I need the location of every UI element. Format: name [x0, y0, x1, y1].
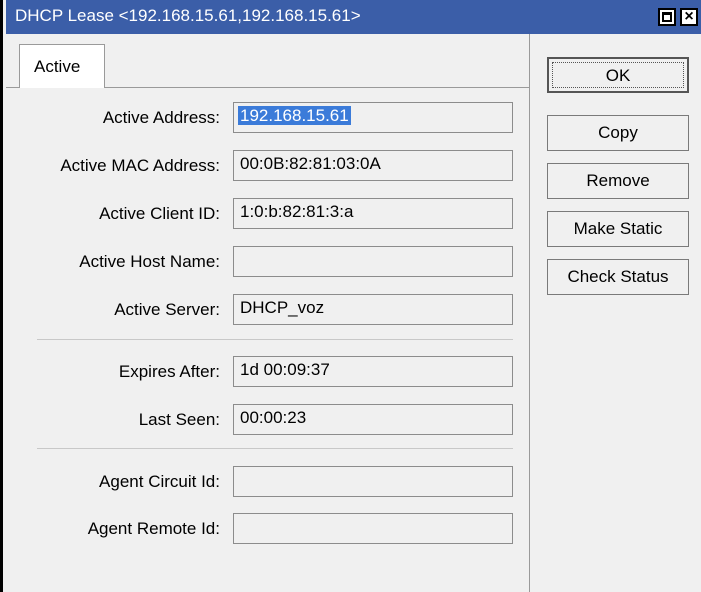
- copy-button[interactable]: Copy: [547, 115, 689, 151]
- tab-baseline: [6, 87, 19, 88]
- separator: [37, 448, 513, 449]
- active-address-value: 192.168.15.61: [238, 106, 351, 125]
- close-icon[interactable]: ×: [680, 8, 698, 26]
- active-client-id-label: Active Client ID:: [99, 204, 220, 223]
- tab-active-label: Active: [34, 57, 81, 76]
- remove-button[interactable]: Remove: [547, 163, 689, 199]
- active-client-id-field[interactable]: 1:0:b:82:81:3:a: [233, 198, 513, 229]
- ok-button[interactable]: OK: [547, 57, 689, 93]
- active-mac-address-label: Active MAC Address:: [60, 156, 220, 175]
- separator: [37, 339, 513, 340]
- last-seen-field[interactable]: 00:00:23: [233, 404, 513, 435]
- expires-after-field[interactable]: 1d 00:09:37: [233, 356, 513, 387]
- window-title: DHCP Lease <192.168.15.61,192.168.15.61>: [15, 6, 361, 25]
- active-host-name-field[interactable]: [233, 246, 513, 277]
- active-mac-address-field[interactable]: 00:0B:82:81:03:0A: [233, 150, 513, 181]
- tab-baseline: [105, 87, 530, 88]
- active-address-field[interactable]: 192.168.15.61: [233, 102, 513, 133]
- active-server-label: Active Server:: [114, 300, 220, 319]
- active-server-field[interactable]: DHCP_voz: [233, 294, 513, 325]
- title-bar[interactable]: DHCP Lease <192.168.15.61,192.168.15.61>…: [6, 0, 701, 34]
- agent-circuit-id-field[interactable]: [233, 466, 513, 497]
- active-host-name-label: Active Host Name:: [79, 252, 220, 271]
- active-address-label: Active Address:: [102, 108, 220, 127]
- agent-remote-id-field[interactable]: [233, 513, 513, 544]
- make-static-button[interactable]: Make Static: [547, 211, 689, 247]
- expires-after-label: Expires After:: [118, 362, 220, 381]
- panel-divider: [529, 34, 530, 592]
- dhcp-lease-window: DHCP Lease <192.168.15.61,192.168.15.61>…: [0, 0, 701, 592]
- agent-remote-id-label: Agent Remote Id:: [87, 519, 220, 538]
- check-status-button[interactable]: Check Status: [547, 259, 689, 295]
- last-seen-label: Last Seen:: [138, 410, 220, 429]
- agent-circuit-id-label: Agent Circuit Id:: [99, 472, 220, 491]
- tab-active[interactable]: Active: [19, 44, 105, 88]
- maximize-icon[interactable]: [658, 8, 676, 26]
